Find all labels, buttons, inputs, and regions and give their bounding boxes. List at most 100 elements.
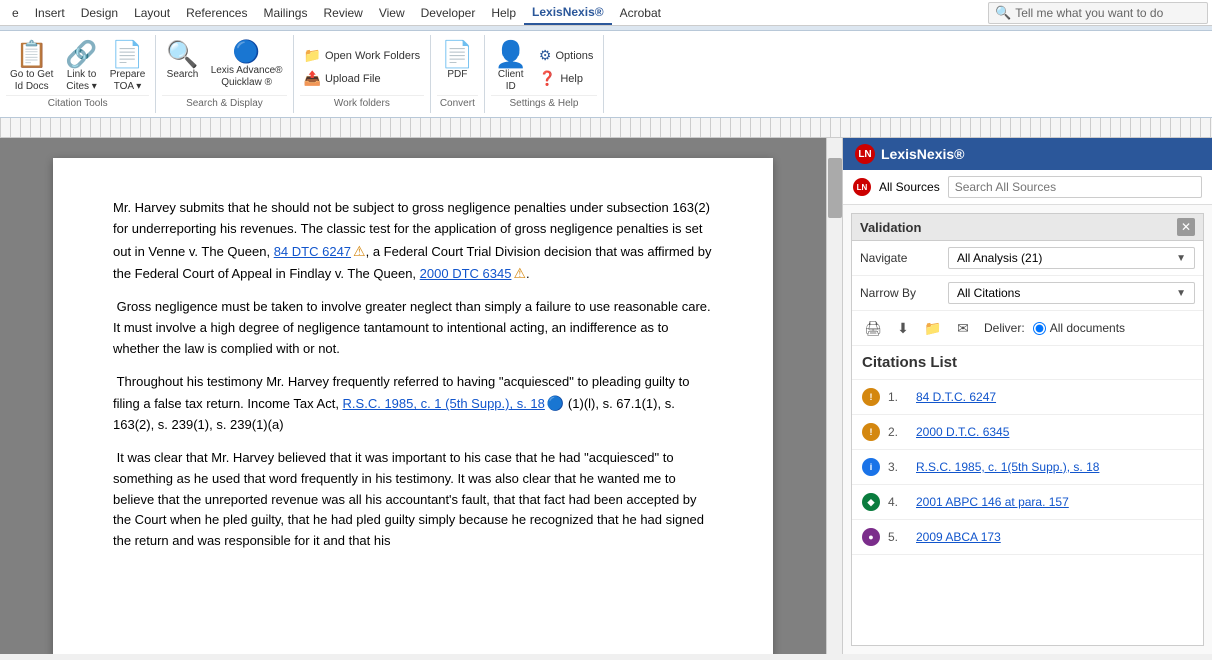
citation-item-1[interactable]: ! 1. 84 D.T.C. 6247 [852,380,1203,415]
citations-list: Citations List ! 1. 84 D.T.C. 6247 ! 2. … [852,346,1203,645]
citation-icon-2: ! [862,423,880,441]
document-scroll[interactable]: Mr. Harvey submits that he should not be… [0,138,826,654]
menu-references[interactable]: References [178,2,255,24]
citation-link-item-1[interactable]: 84 D.T.C. 6247 [916,390,996,404]
open-work-folders-button[interactable]: 📁 Open Work Folders [300,46,425,65]
navigate-dropdown[interactable]: All Analysis (21) ▼ [948,247,1195,269]
citation-num-3: 3. [888,460,908,474]
citation-icon-1: ! [862,388,880,406]
sources-row: LN All Sources [843,170,1212,205]
deliver-label: Deliver: [984,321,1025,335]
menu-insert[interactable]: Insert [27,2,73,24]
ribbon-content: 📋 Go to GetId Docs 🔗 Link toCites ▾ 📄 Pr… [0,30,1212,117]
lexis-advance-button[interactable]: 🔵 Lexis Advance®Quicklaw ® [207,39,287,95]
settings-buttons: 👤 ClientID ⚙ Options ❓ Help [491,39,598,95]
validation-panel: Validation ✕ Navigate All Analysis (21) … [851,213,1204,646]
navigate-dropdown-arrow: ▼ [1176,253,1186,264]
menu-mailings[interactable]: Mailings [255,2,315,24]
navigate-label: Navigate [860,251,940,265]
settings-group-label: Settings & Help [491,95,598,109]
menu-layout[interactable]: Layout [126,2,178,24]
goto-docs-label: Go to GetId Docs [10,69,53,93]
citation-item-2[interactable]: ! 2. 2000 D.T.C. 6345 [852,415,1203,450]
pdf-label: PDF [447,69,467,81]
search-label: Search [167,69,199,81]
validation-title: Validation [860,220,921,235]
search-button[interactable]: 🔍 Search [162,39,202,95]
scroll-thumb[interactable] [828,158,842,218]
goto-docs-button[interactable]: 📋 Go to GetId Docs [6,39,57,95]
citation-link-item-5[interactable]: 2009 ABCA 173 [916,530,1001,544]
prepare-toa-label: PrepareTOA ▾ [110,69,146,93]
citations-list-header: Citations List [852,346,1203,380]
upload-file-button[interactable]: 📤 Upload File [300,69,425,88]
menu-help[interactable]: Help [483,2,524,24]
pdf-button[interactable]: 📄 PDF [437,39,477,95]
validation-close-button[interactable]: ✕ [1177,218,1195,236]
citation-item-4[interactable]: ◆ 4. 2001 ABPC 146 at para. 157 [852,485,1203,520]
help-button[interactable]: ❓ Help [535,69,597,88]
prepare-toa-button[interactable]: 📄 PrepareTOA ▾ [106,39,150,95]
citation-num-5: 5. [888,530,908,544]
narrow-by-row: Narrow By All Citations ▼ [852,276,1203,311]
menu-lexisnexis[interactable]: LexisNexis® [524,1,612,25]
help-label: Help [560,73,583,85]
document-page: Mr. Harvey submits that he should not be… [53,158,773,654]
client-id-button[interactable]: 👤 ClientID [491,39,531,95]
citation-link-item-2[interactable]: 2000 D.T.C. 6345 [916,425,1009,439]
menu-view[interactable]: View [371,2,413,24]
download-button[interactable]: ⬇ [890,315,916,341]
ribbon: 📋 Go to GetId Docs 🔗 Link toCites ▾ 📄 Pr… [0,26,1212,118]
narrow-by-label: Narrow By [860,286,940,300]
navigate-row: Navigate All Analysis (21) ▼ [852,241,1203,276]
sources-search-input[interactable] [948,176,1202,198]
citation-link-1[interactable]: 84 DTC 6247 [274,244,351,259]
settings-group: 👤 ClientID ⚙ Options ❓ Help Settings & H… [485,35,605,113]
narrow-by-dropdown[interactable]: All Citations ▼ [948,282,1195,304]
all-documents-option[interactable]: All documents [1033,321,1125,335]
menu-design[interactable]: Design [73,2,126,24]
tell-me-placeholder: Tell me what you want to do [1015,6,1163,20]
upload-file-label: Upload File [325,73,381,85]
citation-link-item-3[interactable]: R.S.C. 1985, c. 1(5th Supp.), s. 18 [916,460,1099,474]
citation-item-3[interactable]: i 3. R.S.C. 1985, c. 1(5th Supp.), s. 18 [852,450,1203,485]
upload-icon: 📤 [304,70,321,87]
warning-icon-1: ⚠ [353,243,366,259]
prepare-toa-icon: 📄 [111,41,143,67]
menu-acrobat[interactable]: Acrobat [612,2,669,24]
open-folders-label: Open Work Folders [325,50,420,62]
narrow-by-value: All Citations [957,286,1020,300]
navigate-value: All Analysis (21) [957,251,1042,265]
all-documents-radio[interactable] [1033,322,1046,335]
menu-file[interactable]: e [4,2,27,24]
ruler-marks [0,118,1212,137]
work-folders-group: 📁 Open Work Folders 📤 Upload File Work f… [294,35,432,113]
menu-developer[interactable]: Developer [413,2,484,24]
pdf-icon: 📄 [441,41,473,67]
search-icon: 🔍 [995,5,1011,21]
menu-review[interactable]: Review [315,2,370,24]
search-display-group: 🔍 Search 🔵 Lexis Advance®Quicklaw ® Sear… [156,35,293,113]
folder-button[interactable]: 📁 [920,315,946,341]
citation-link-2[interactable]: 2000 DTC 6345 [420,266,512,281]
link-to-cites-button[interactable]: 🔗 Link toCites ▾ [61,39,101,95]
options-button[interactable]: ⚙ Options [535,46,597,65]
citation-link-3[interactable]: R.S.C. 1985, c. 1 (5th Supp.), s. 18 [343,396,545,411]
lexis-advance-icon: 🔵 [233,41,260,63]
search-display-group-label: Search & Display [162,95,286,109]
citation-num-1: 1. [888,390,908,404]
print-button[interactable]: 🖨 [860,315,886,341]
scroll-bar[interactable] [826,138,842,654]
citation-item-5[interactable]: ● 5. 2009 ABCA 173 [852,520,1203,555]
search-ribbon-icon: 🔍 [166,41,198,67]
menu-bar: e Insert Design Layout References Mailin… [0,0,1212,26]
email-button[interactable]: ✉ [950,315,976,341]
client-id-label: ClientID [498,69,524,93]
convert-group: 📄 PDF Convert [431,35,484,113]
convert-buttons: 📄 PDF [437,39,477,95]
tell-me-search[interactable]: 🔍 Tell me what you want to do [988,2,1208,24]
info-icon-1: 🔵 [547,395,564,411]
client-id-icon: 👤 [495,41,527,67]
citation-num-4: 4. [888,495,908,509]
citation-link-item-4[interactable]: 2001 ABPC 146 at para. 157 [916,495,1069,509]
